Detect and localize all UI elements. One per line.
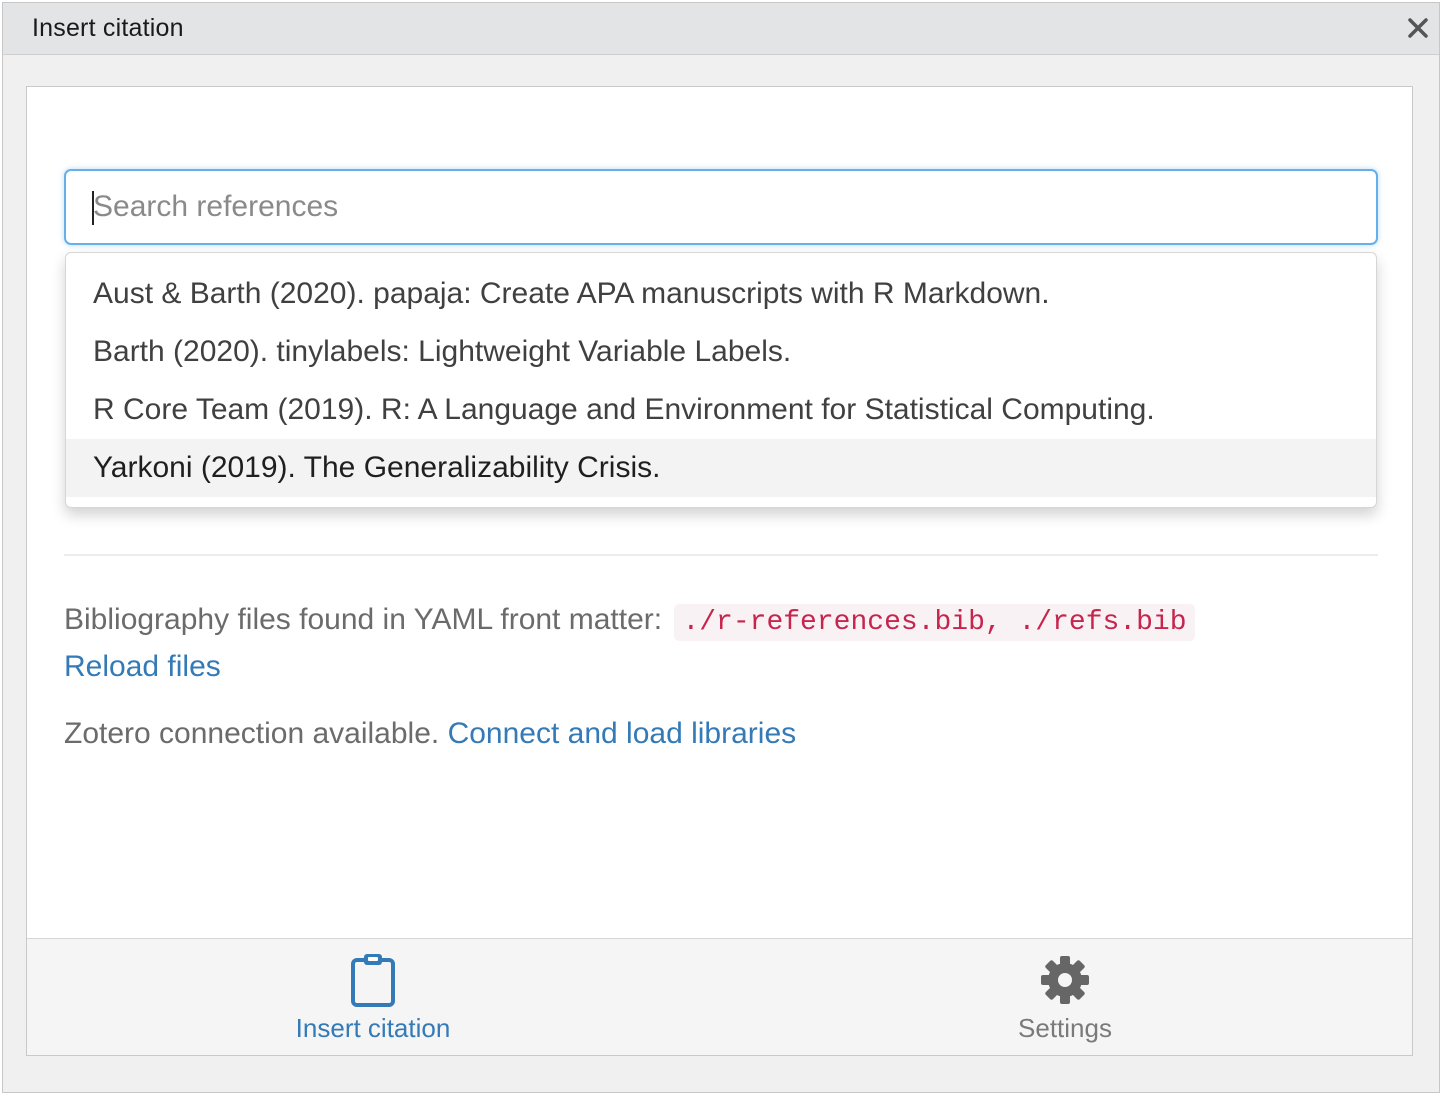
citation-panel: Aust & Barth (2020). papaja: Create APA … [26,86,1413,1056]
insert-citation-label: Insert citation [295,1013,451,1043]
insert-citation-button[interactable]: Insert citation [243,949,503,1049]
bibliography-files: ./r-references.bib, ./refs.bib [674,604,1195,641]
clipboard-icon [351,954,395,1007]
zotero-info: Zotero connection available. Connect and… [64,717,796,751]
reference-suggestions: Aust & Barth (2020). papaja: Create APA … [65,252,1377,508]
reference-item-highlighted[interactable]: Yarkoni (2019). The Generalizability Cri… [66,439,1376,497]
reference-item[interactable]: R Core Team (2019). R: A Language and En… [66,381,1376,439]
footer-toolbar: Insert citation Settings [27,938,1412,1055]
reload-files-link[interactable]: Reload files [64,650,221,684]
reference-item[interactable]: Aust & Barth (2020). papaja: Create APA … [66,265,1376,323]
gear-icon [1041,956,1089,1004]
settings-label: Settings [1018,1013,1112,1043]
text-caret [92,191,94,225]
search-references-input[interactable] [64,169,1378,245]
bibliography-label: Bibliography files found in YAML front m… [64,603,663,636]
insert-citation-dialog: Insert citation Aust & Barth (2020). pap… [2,2,1440,1093]
divider [64,554,1378,556]
bibliography-info: Bibliography files found in YAML front m… [64,603,1195,641]
settings-button[interactable]: Settings [935,949,1195,1049]
connect-libraries-link[interactable]: Connect and load libraries [448,717,797,750]
zotero-status: Zotero connection available. [64,717,440,750]
reference-item[interactable]: Barth (2020). tinylabels: Lightweight Va… [66,323,1376,381]
title-bar: Insert citation [3,3,1439,55]
close-button[interactable] [1403,13,1433,43]
dialog-title: Insert citation [32,14,184,42]
close-icon [1408,18,1428,38]
